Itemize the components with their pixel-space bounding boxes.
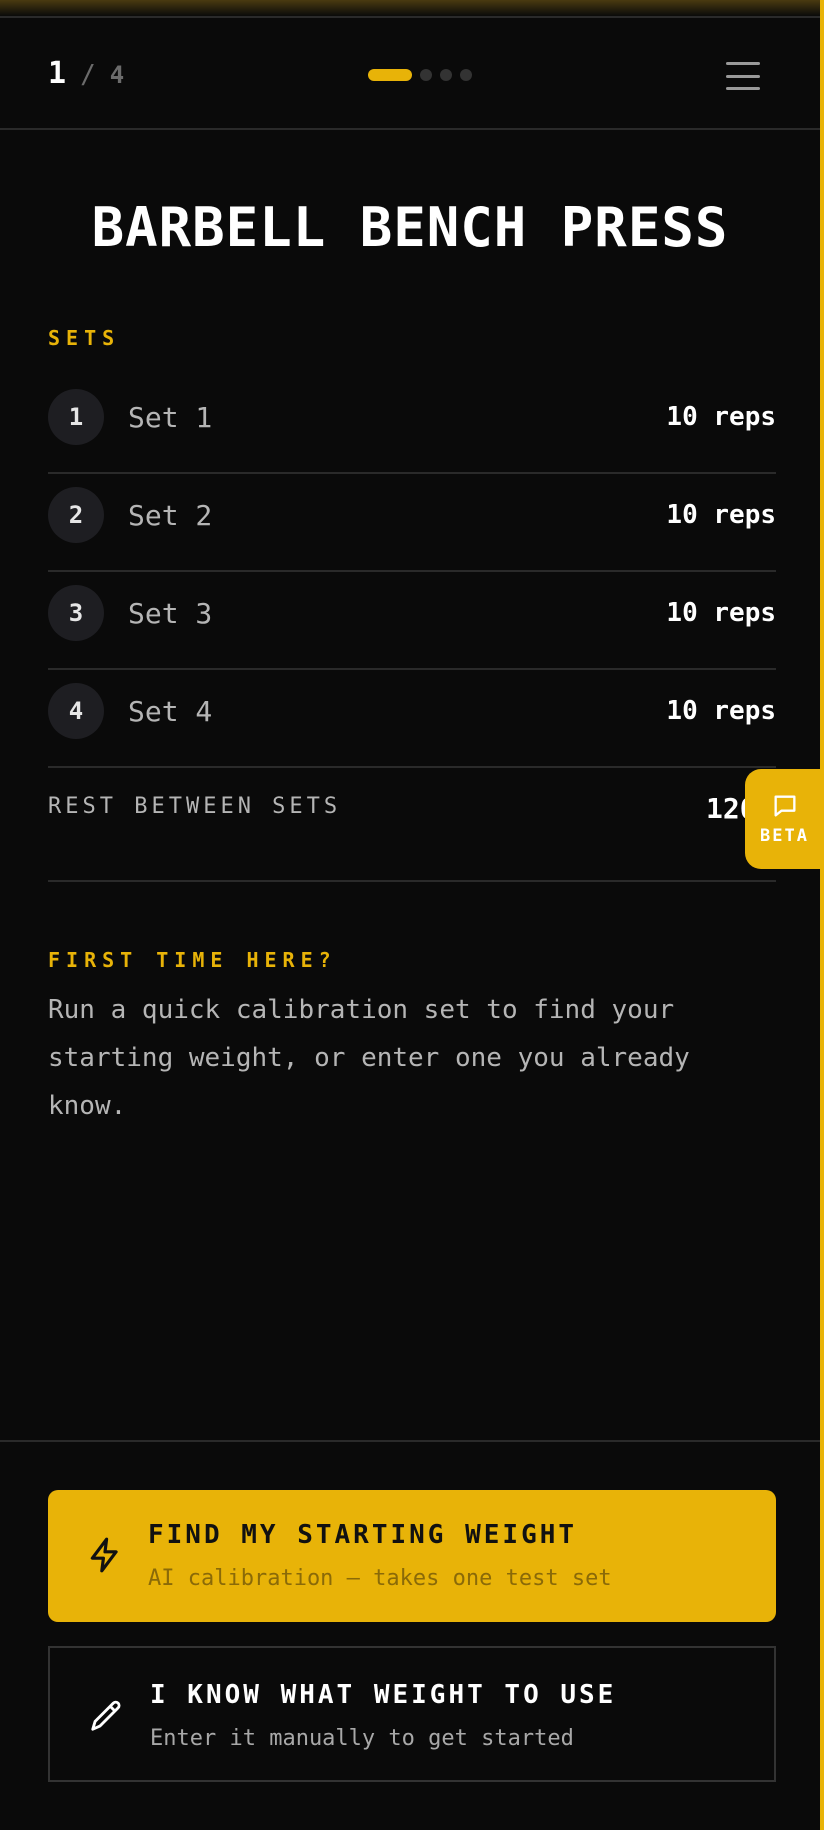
- footer-divider: [0, 1440, 820, 1442]
- menu-line: [726, 62, 760, 65]
- top-bar: 1 / 4: [0, 16, 820, 130]
- find-starting-weight-subtitle: AI calibration — takes one test set: [148, 1566, 612, 1591]
- set-reps: 10 reps: [666, 402, 776, 432]
- pencil-icon: [91, 1700, 121, 1731]
- beta-label: BETA: [760, 826, 809, 846]
- set-row: 1 Set 1 10 reps: [48, 376, 776, 474]
- find-starting-weight-title: FIND MY STARTING WEIGHT: [148, 1520, 578, 1550]
- hamburger-menu-icon[interactable]: [726, 62, 760, 90]
- counter-separator: /: [80, 60, 96, 90]
- menu-line: [726, 87, 760, 90]
- progress-dot-2: [420, 69, 432, 81]
- set-name: Set 3: [128, 596, 213, 630]
- manual-weight-button[interactable]: I KNOW WHAT WEIGHT TO USE Enter it manua…: [48, 1646, 776, 1782]
- progress-dot-1: [368, 69, 412, 81]
- current-exercise-number: 1: [48, 56, 67, 91]
- set-number-badge: 1: [48, 389, 104, 445]
- set-number-badge: 4: [48, 683, 104, 739]
- progress-dots: [368, 69, 472, 81]
- set-reps: 10 reps: [666, 500, 776, 530]
- menu-line: [726, 74, 760, 78]
- lightning-bolt-icon: [90, 1537, 118, 1573]
- beta-feedback-button[interactable]: BETA: [745, 769, 824, 869]
- set-number-badge: 2: [48, 487, 104, 543]
- set-reps: 10 reps: [666, 696, 776, 726]
- top-accent-glow: [0, 0, 820, 16]
- chat-bubble-icon: [774, 795, 795, 817]
- progress-dot-3: [440, 69, 452, 81]
- first-time-description: Run a quick calibration set to find your…: [48, 995, 690, 1121]
- set-name: Set 1: [128, 400, 213, 434]
- rest-between-sets-row: REST BETWEEN SETS 120: [48, 752, 776, 882]
- manual-weight-title: I KNOW WHAT WEIGHT TO USE: [150, 1680, 617, 1710]
- total-exercise-count: 4: [109, 61, 125, 89]
- sets-section-label: SETS: [48, 326, 121, 350]
- rest-label: REST BETWEEN SETS: [48, 794, 342, 819]
- right-accent-edge: [820, 0, 824, 1830]
- set-name: Set 2: [128, 498, 213, 532]
- set-row: 3 Set 3 10 reps: [48, 572, 776, 670]
- exercise-title: BARBELL BENCH PRESS: [91, 196, 729, 259]
- sets-list: 1 Set 1 10 reps 2 Set 2 10 reps 3 Set 3 …: [48, 376, 776, 768]
- find-starting-weight-button[interactable]: FIND MY STARTING WEIGHT AI calibration —…: [48, 1490, 776, 1622]
- set-row: 2 Set 2 10 reps: [48, 474, 776, 572]
- set-reps: 10 reps: [666, 598, 776, 628]
- exercise-counter: 1 / 4: [48, 56, 124, 91]
- manual-weight-subtitle: Enter it manually to get started: [150, 1726, 574, 1751]
- progress-dot-4: [460, 69, 472, 81]
- first-time-label: FIRST TIME HERE?: [48, 948, 337, 972]
- set-name: Set 4: [128, 694, 213, 728]
- set-number-badge: 3: [48, 585, 104, 641]
